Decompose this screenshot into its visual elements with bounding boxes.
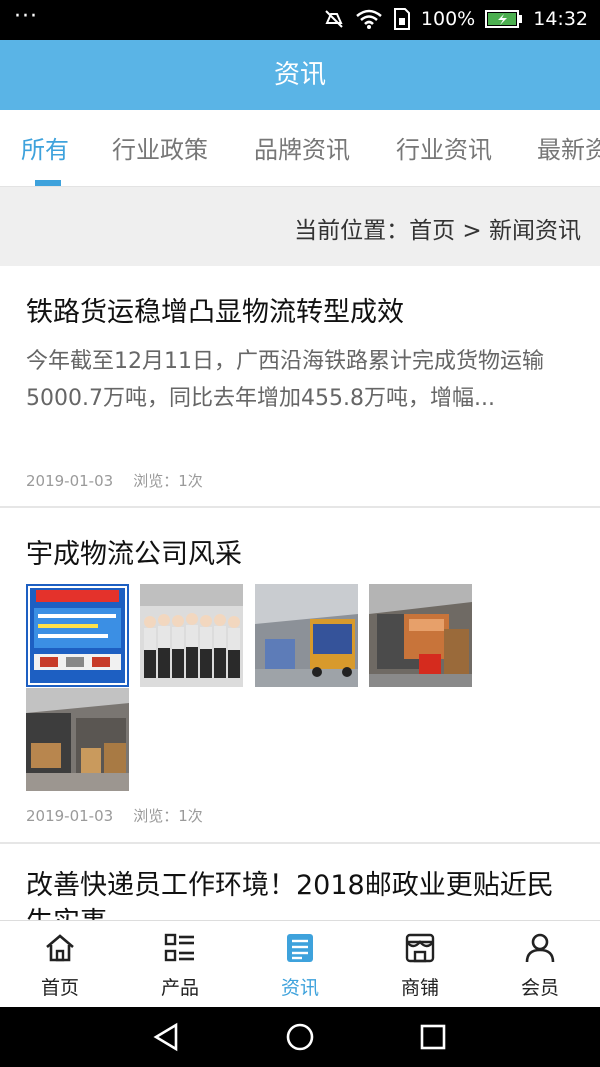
shop-icon [405,933,435,963]
news-meta: 2019-01-03 浏览：1次 [26,470,203,491]
breadcrumb: 当前位置：首页 > 新闻资讯 [0,187,600,266]
news-title[interactable]: 铁路货运稳增凸显物流转型成效 [26,290,404,329]
mute-icon [325,10,343,28]
tabbar-shop[interactable]: 商铺 [360,921,480,1008]
breadcrumb-text: 当前位置：首页 > 新闻资讯 [294,218,581,244]
tabbar-label: 商铺 [400,977,439,999]
battery-charging-icon [485,10,523,28]
tabbar-label: 会员 [520,977,559,999]
battery-percent: 100% [420,8,476,30]
cargo-stack-photo[interactable] [26,688,129,791]
user-icon [525,933,555,963]
news-icon [287,934,313,962]
recents-icon[interactable] [418,1022,448,1052]
news-meta: 2019-01-03 浏览：1次 [26,805,203,826]
forklift-loading-photo[interactable] [369,584,472,687]
tabbar-label: 首页 [40,977,79,999]
tab-industry-news[interactable]: 行业资讯 [396,130,492,165]
product-list-icon [164,933,194,962]
page-title: 资讯 [273,60,326,90]
back-icon[interactable] [152,1022,182,1052]
warehouse-truck-photo[interactable] [255,584,358,687]
wifi-icon [356,9,382,29]
tab-all[interactable]: 所有 [21,130,69,165]
tabbar-products[interactable]: 产品 [120,921,240,1008]
home-circle-icon[interactable] [285,1022,315,1052]
news-date: 2019-01-03 [26,807,114,825]
category-tabs: 所有 行业政策 品牌资讯 行业资讯 最新资 [0,110,600,187]
staff-group-photo[interactable] [140,584,243,687]
status-bar: ··· 100% 14:32 [0,0,600,40]
bottom-tab-bar: 首页 产品 资讯 商铺 会员 [0,920,600,1008]
tab-brand-news[interactable]: 品牌资讯 [254,130,350,165]
page-header: 资讯 [0,40,600,110]
tabbar-member[interactable]: 会员 [480,921,600,1008]
tab-industry-policy[interactable]: 行业政策 [112,130,208,165]
sim-card-icon [393,8,410,30]
tabbar-home[interactable]: 首页 [0,921,120,1008]
tab-latest-news[interactable]: 最新资 [537,130,600,165]
system-nav-bar [0,1007,600,1067]
tabbar-label: 资讯 [280,977,319,999]
news-summary: 今年截至12月11日，广西沿海铁路累计完成货物运输5000.7万吨，同比去年增加… [26,349,544,411]
news-item[interactable]: 铁路货运稳增凸显物流转型成效 今年截至12月11日，广西沿海铁路累计完成货物运输… [0,266,600,508]
news-item[interactable]: 宇成物流公司风采 2019-01-03 浏览：1次 [0,507,600,844]
home-icon [46,934,74,962]
tabbar-news[interactable]: 资讯 [240,921,360,1008]
company-poster-photo[interactable] [26,584,129,687]
news-title[interactable]: 宇成物流公司风采 [26,532,242,571]
news-item[interactable]: 改善快递员工作环境！2018邮政业更贴近民生实事 [0,843,600,920]
news-title[interactable]: 改善快递员工作环境！2018邮政业更贴近民生实事 [26,867,578,920]
clock: 14:32 [533,8,588,30]
news-views: 浏览：1次 [133,807,203,825]
news-views: 浏览：1次 [133,472,203,490]
more-dots-icon: ··· [14,4,38,29]
active-tab-indicator [35,180,61,186]
tabbar-label: 产品 [160,977,199,999]
news-date: 2019-01-03 [26,472,114,490]
